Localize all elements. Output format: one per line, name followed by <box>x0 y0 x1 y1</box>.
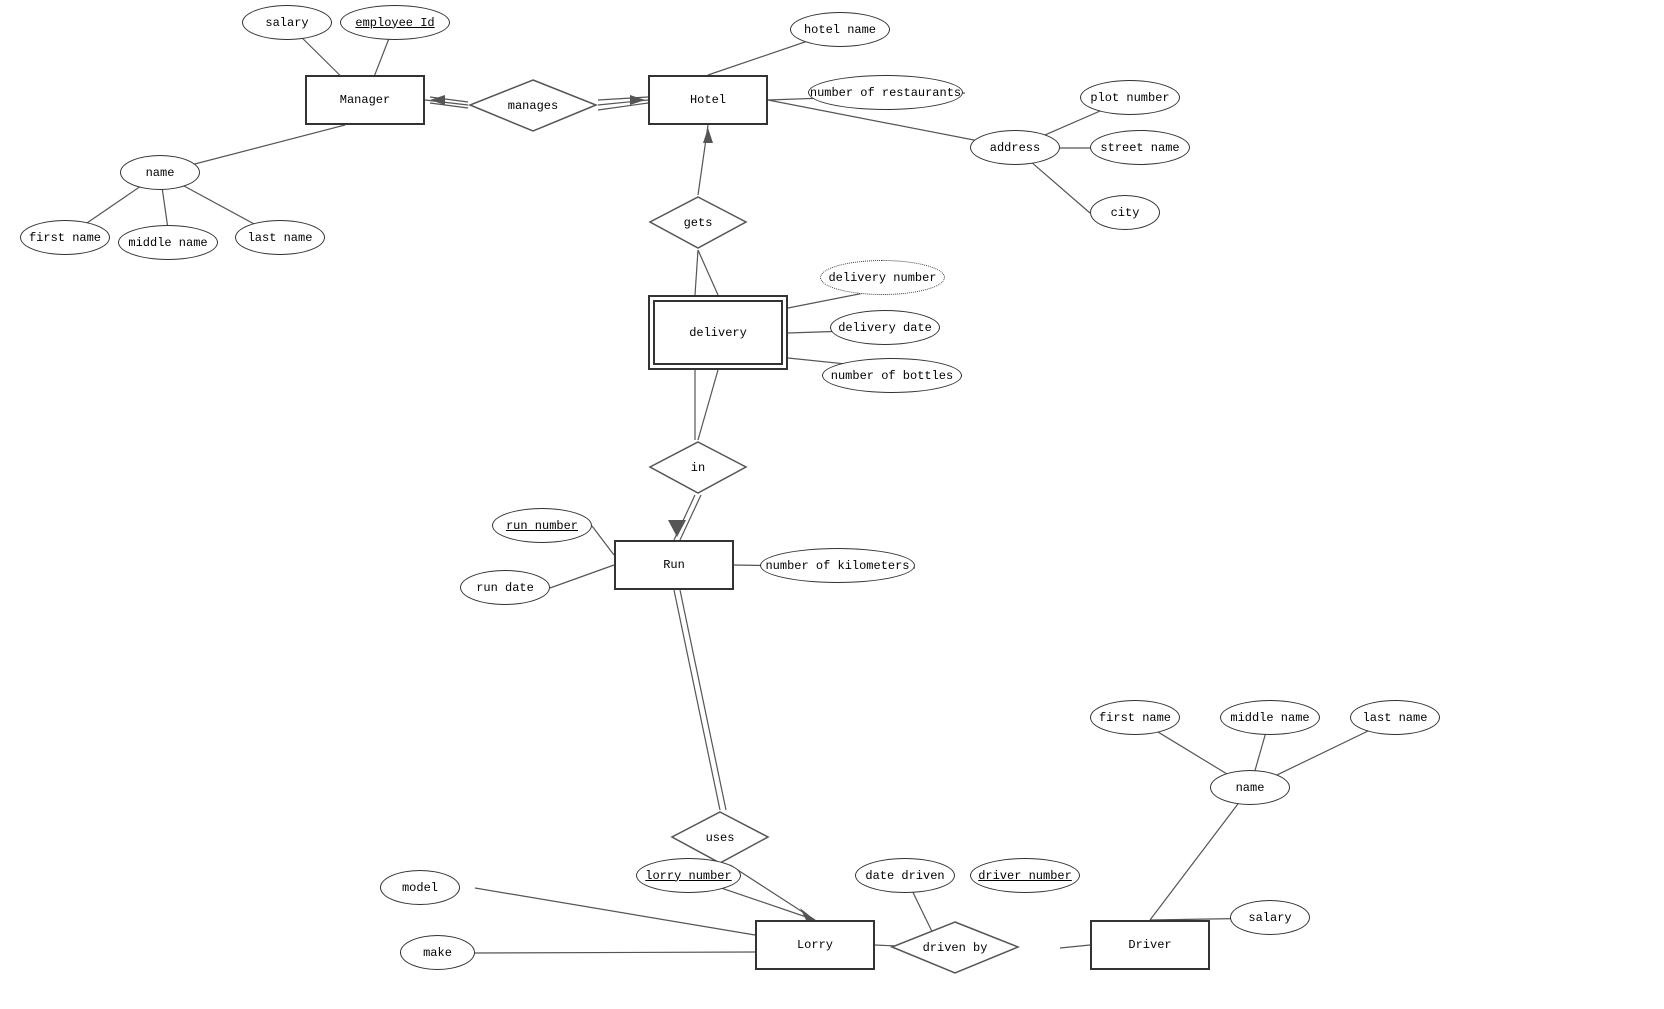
attr-driver-last-name: last name <box>1350 700 1440 735</box>
attr-date-driven-label: date driven <box>865 869 944 883</box>
diamond-manages: manages <box>468 78 598 133</box>
entity-delivery: delivery <box>648 295 788 370</box>
attr-model: model <box>380 870 460 905</box>
attr-num-km-label: number of kilometers <box>765 559 909 573</box>
entity-manager-label: Manager <box>340 93 390 107</box>
attr-driver-name: name <box>1210 770 1290 805</box>
diamond-gets-label: gets <box>684 216 713 230</box>
diamond-driven-by: driven by <box>890 920 1020 975</box>
attr-employee-id: employee Id <box>340 5 450 40</box>
attr-plot-number-label: plot number <box>1090 91 1169 105</box>
attr-name-manager: name <box>120 155 200 190</box>
attr-run-number: run number <box>492 508 592 543</box>
attr-run-date-label: run date <box>476 581 534 595</box>
attr-num-restaurants-label: number of restaurants <box>810 86 961 100</box>
attr-street-name-label: street name <box>1100 141 1179 155</box>
attr-street-name: street name <box>1090 130 1190 165</box>
attr-last-name-manager-label: last name <box>248 231 313 245</box>
attr-driver-first-name-label: first name <box>1099 711 1171 725</box>
attr-num-restaurants: number of restaurants <box>808 75 963 110</box>
diamond-in-label: in <box>691 461 705 475</box>
attr-driver-middle-name-label: middle name <box>1230 711 1309 725</box>
attr-first-name-manager: first name <box>20 220 110 255</box>
entity-manager: Manager <box>305 75 425 125</box>
attr-driver-name-label: name <box>1236 781 1265 795</box>
attr-middle-name-manager: middle name <box>118 225 218 260</box>
attr-driver-salary-label: salary <box>1248 911 1291 925</box>
entity-run-label: Run <box>663 558 685 572</box>
diamond-driven-by-label: driven by <box>923 941 988 955</box>
attr-address-label: address <box>990 141 1040 155</box>
attr-delivery-date-label: delivery date <box>838 321 932 335</box>
diamond-gets: gets <box>648 195 748 250</box>
attr-driver-number-label: driver number <box>978 869 1072 883</box>
attr-delivery-date: delivery date <box>830 310 940 345</box>
attr-date-driven: date driven <box>855 858 955 893</box>
attr-driver-middle-name: middle name <box>1220 700 1320 735</box>
entity-hotel-label: Hotel <box>690 93 726 107</box>
attr-employee-id-label: employee Id <box>355 16 434 30</box>
attr-make-label: make <box>423 946 452 960</box>
entity-run: Run <box>614 540 734 590</box>
attr-model-label: model <box>402 881 438 895</box>
attr-city-label: city <box>1111 206 1140 220</box>
attr-driver-salary: salary <box>1230 900 1310 935</box>
attr-delivery-number-label: delivery number <box>828 271 936 285</box>
diamond-uses-label: uses <box>706 831 735 845</box>
attr-lorry-number: lorry number <box>636 858 741 893</box>
attr-plot-number: plot number <box>1080 80 1180 115</box>
attr-address: address <box>970 130 1060 165</box>
attr-make: make <box>400 935 475 970</box>
attr-run-number-label: run number <box>506 519 578 533</box>
attr-salary-manager-label: salary <box>265 16 308 30</box>
attr-driver-last-name-label: last name <box>1363 711 1428 725</box>
entity-driver: Driver <box>1090 920 1210 970</box>
attr-hotel-name: hotel name <box>790 12 890 47</box>
diamond-in: in <box>648 440 748 495</box>
attr-driver-first-name: first name <box>1090 700 1180 735</box>
attr-num-bottles: number of bottles <box>822 358 962 393</box>
diamond-uses: uses <box>670 810 770 865</box>
attr-num-bottles-label: number of bottles <box>831 369 953 383</box>
attr-middle-name-manager-label: middle name <box>128 236 207 250</box>
attr-name-manager-label: name <box>146 166 175 180</box>
attr-run-date: run date <box>460 570 550 605</box>
attr-last-name-manager: last name <box>235 220 325 255</box>
diamond-manages-label: manages <box>508 99 558 113</box>
attr-salary-manager: salary <box>242 5 332 40</box>
entity-lorry-label: Lorry <box>797 938 833 952</box>
entity-hotel: Hotel <box>648 75 768 125</box>
attr-delivery-number: delivery number <box>820 260 945 295</box>
attr-first-name-manager-label: first name <box>29 231 101 245</box>
attr-city: city <box>1090 195 1160 230</box>
attr-lorry-number-label: lorry number <box>645 869 731 883</box>
entity-lorry: Lorry <box>755 920 875 970</box>
er-diagram-canvas: Manager Hotel delivery Run Lorry Driver … <box>0 0 1664 1009</box>
attr-num-km: number of kilometers <box>760 548 915 583</box>
attr-driver-number: driver number <box>970 858 1080 893</box>
entity-driver-label: Driver <box>1128 938 1171 952</box>
entity-delivery-label: delivery <box>689 326 747 340</box>
attr-hotel-name-label: hotel name <box>804 23 876 37</box>
